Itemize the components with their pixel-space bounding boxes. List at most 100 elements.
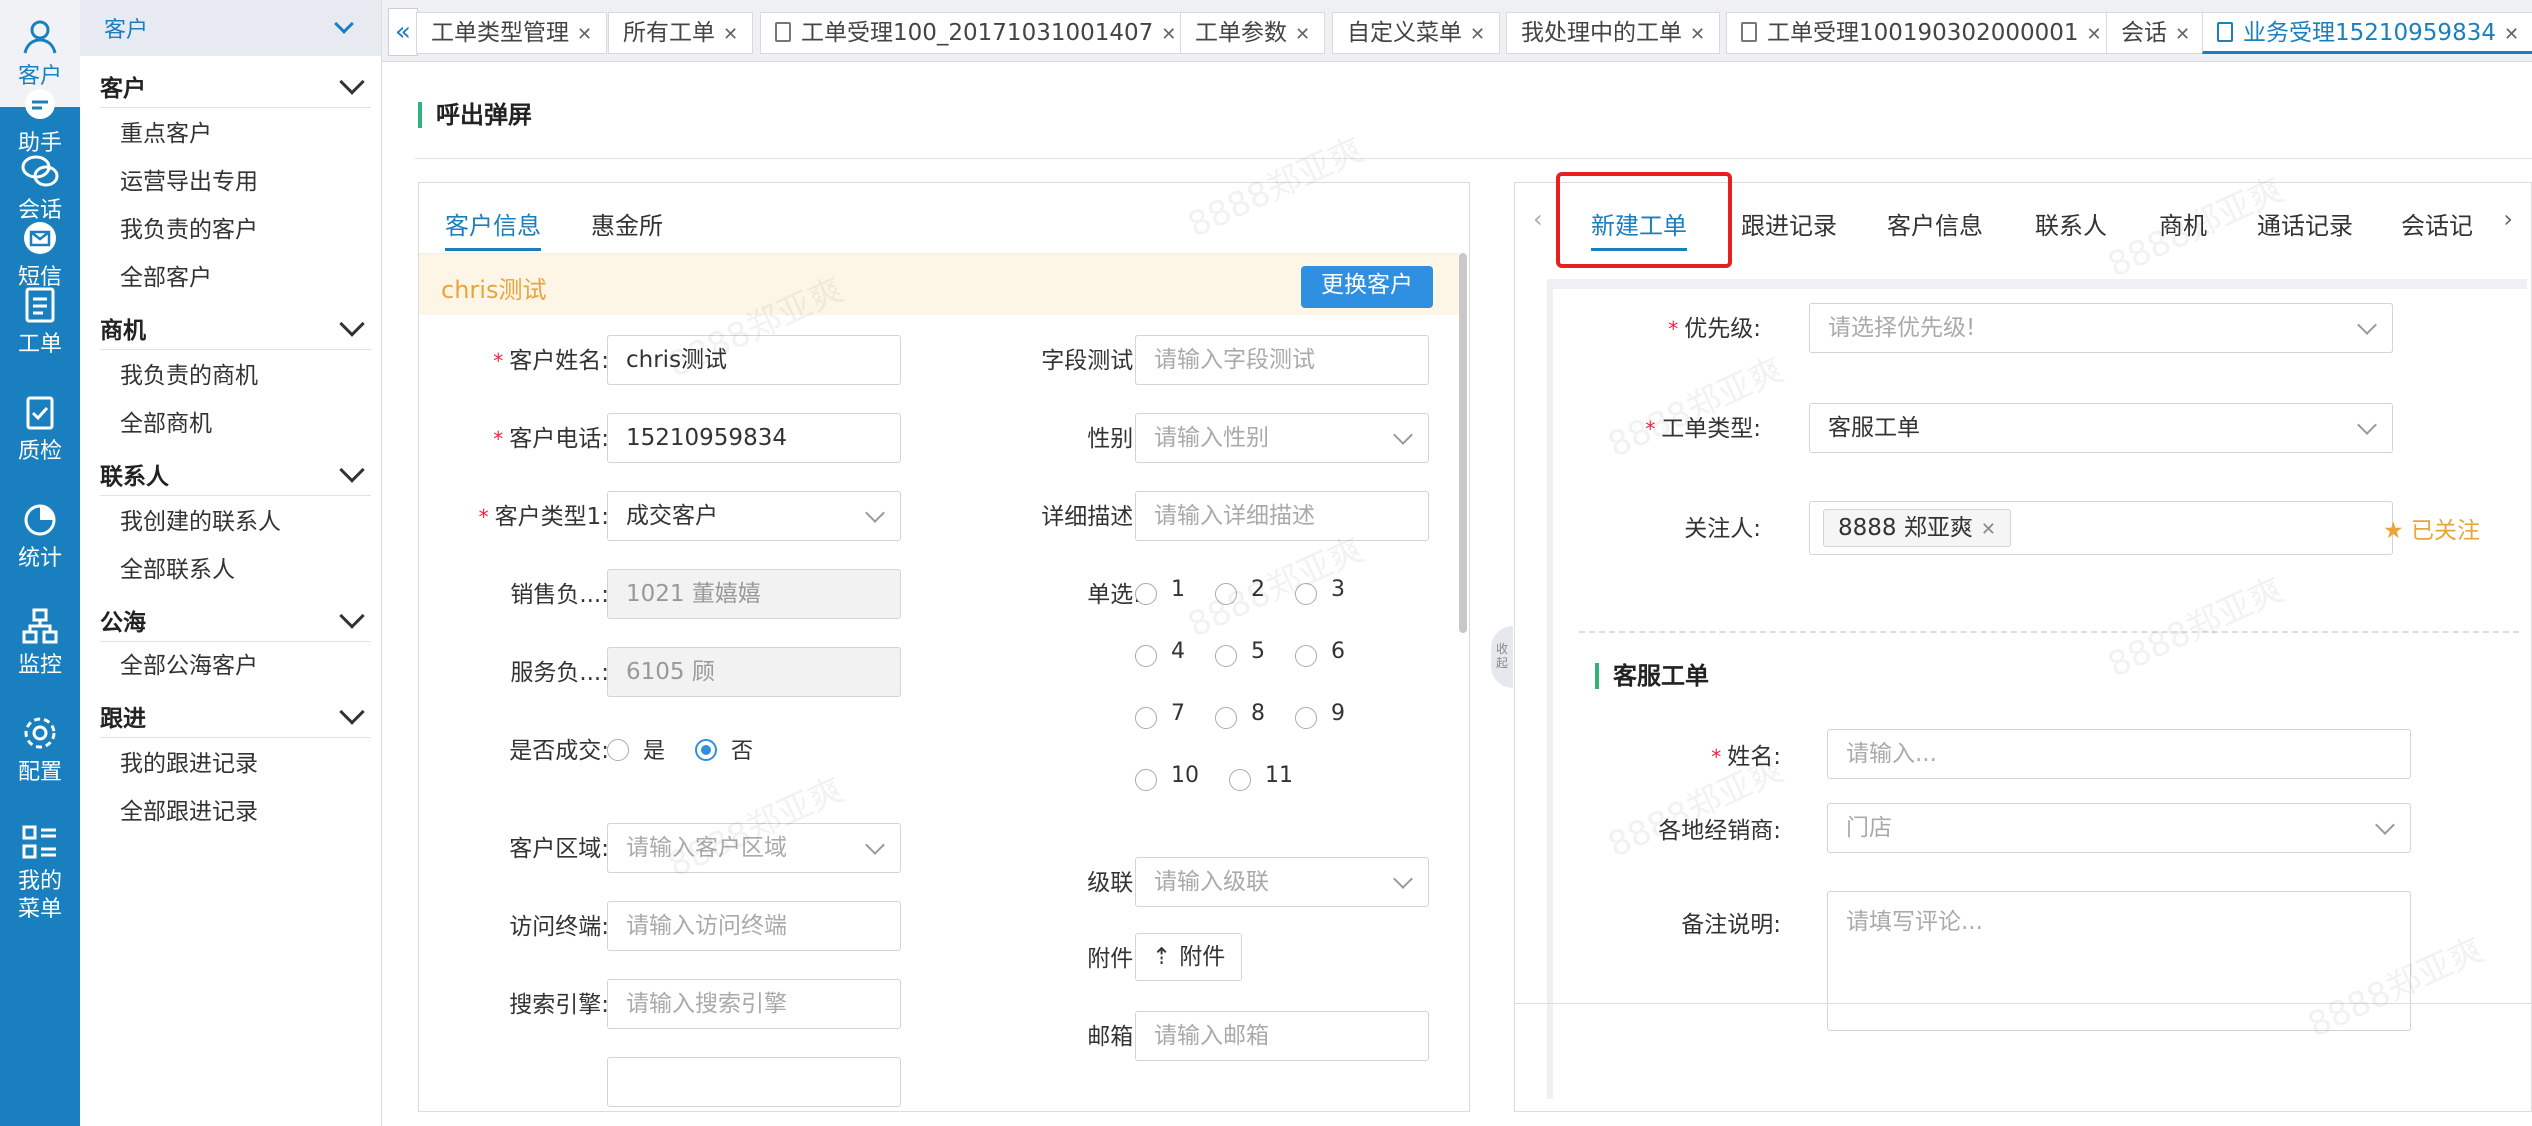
ticket-type-select[interactable]: 客服工单 [1809, 403, 2393, 453]
tab-opportunities[interactable]: 商机 [2159, 201, 2207, 251]
single-radio-2[interactable] [1215, 583, 1237, 605]
gear-icon [24, 717, 56, 748]
description-input[interactable]: 请输入详细描述 [1135, 491, 1429, 541]
single-radio-3[interactable] [1295, 583, 1317, 605]
tab-business-accept[interactable]: 业务受理15210959834 ✕ [2202, 12, 2532, 54]
cascade-select[interactable]: 请输入级联 [1135, 857, 1429, 907]
search-engine-input[interactable]: 请输入搜索引擎 [607, 979, 901, 1029]
field-test-input[interactable]: 请输入字段测试 [1135, 335, 1429, 385]
single-radio-4[interactable] [1135, 645, 1157, 667]
tab-my-processing-tickets[interactable]: 我处理中的工单 ✕ [1506, 12, 1721, 54]
sidebar-header[interactable]: 客户 [80, 0, 381, 56]
deal-closed-label: 是否成交: [509, 738, 609, 764]
sidebar-item-ops-export[interactable]: 运营导出专用 [120, 160, 258, 204]
single-radio-7[interactable] [1135, 707, 1157, 729]
close-icon[interactable]: ✕ [577, 24, 592, 45]
sidebar-group-public-pool[interactable]: 公海 [100, 598, 371, 642]
close-icon[interactable]: ✕ [2175, 24, 2190, 45]
close-icon[interactable]: ✕ [1690, 24, 1705, 45]
single-radio-10[interactable] [1135, 769, 1157, 791]
sidebar-item-key-customers[interactable]: 重点客户 [120, 112, 212, 156]
single-radio-1[interactable] [1135, 583, 1157, 605]
tab-session-records[interactable]: 会话记 [2401, 201, 2473, 251]
close-icon[interactable]: ✕ [1470, 24, 1485, 45]
sidebar-item-all-customers[interactable]: 全部客户 [120, 256, 212, 300]
tab-huijinsuo[interactable]: 惠金所 [591, 201, 663, 251]
close-icon[interactable]: ✕ [1161, 24, 1176, 45]
tab-contacts[interactable]: 联系人 [2035, 201, 2107, 251]
tab-ticket-params[interactable]: 工单参数 ✕ [1180, 12, 1326, 54]
checklist-icon [26, 396, 54, 429]
scrollbar[interactable] [1459, 253, 1467, 633]
tab-customer-info[interactable]: 客户信息 [445, 201, 541, 251]
next-field-input[interactable] [607, 1057, 901, 1107]
collapse-panel-handle[interactable]: 收起 [1491, 626, 1513, 688]
name-input[interactable]: 请输入... [1827, 729, 2411, 779]
mail-icon [24, 221, 56, 254]
rail-item-quality[interactable]: 质检 [0, 375, 80, 482]
priority-select[interactable]: 请选择优先级! [1809, 303, 2393, 353]
rail-item-monitor[interactable]: 监控 [0, 589, 80, 696]
single-radio-5[interactable] [1215, 645, 1237, 667]
tab-custom-menu[interactable]: 自定义菜单 ✕ [1332, 12, 1501, 54]
sidebar-item-my-contacts[interactable]: 我创建的联系人 [120, 500, 281, 544]
tab-session[interactable]: 会话 ✕ [2106, 12, 2206, 54]
collapse-sidebar-button[interactable]: « [388, 8, 418, 56]
region-select[interactable]: 请输入客户区域 [607, 823, 901, 873]
close-icon[interactable]: ✕ [2087, 24, 2102, 45]
sidebar-item-all-followups[interactable]: 全部跟进记录 [120, 790, 258, 834]
sidebar-item-my-customers[interactable]: 我负责的客户 [120, 208, 258, 252]
single-radio-6[interactable] [1295, 645, 1317, 667]
rail-label: 监控 [17, 652, 62, 678]
tab-right-customer-info[interactable]: 客户信息 [1887, 201, 1983, 251]
tab-ticket-type-mgmt[interactable]: 工单类型管理 ✕ [416, 12, 608, 54]
customer-banner: chris测试 更换客户 [419, 253, 1459, 315]
sidebar-group-contacts[interactable]: 联系人 [100, 452, 371, 496]
rail-label: 配置 [17, 759, 62, 785]
single-radio-8[interactable] [1215, 707, 1237, 729]
chevron-down-icon [2357, 315, 2377, 335]
remark-textarea[interactable]: 请填写评论... [1827, 891, 2411, 1031]
sidebar-group-opportunity[interactable]: 商机 [100, 306, 371, 350]
customer-phone-input[interactable]: 15210959834 [607, 413, 901, 463]
chevron-down-icon [334, 14, 354, 34]
tab-label: 工单受理100190302000001 [1767, 20, 2079, 46]
chevron-left-icon[interactable]: ‹ [1533, 205, 1543, 233]
email-input[interactable]: 请输入邮箱 [1135, 1011, 1429, 1061]
single-radio-11[interactable] [1229, 769, 1251, 791]
sidebar-item-my-opportunities[interactable]: 我负责的商机 [120, 354, 258, 398]
tab-ticket-accept-1[interactable]: 工单受理100_20171031001407 ✕ [760, 12, 1192, 54]
change-customer-button[interactable]: 更换客户 [1301, 266, 1433, 308]
chevron-right-icon[interactable]: › [2503, 205, 2513, 233]
deal-yes-radio[interactable] [607, 739, 629, 761]
chevron-down-icon [339, 310, 365, 337]
customer-name-input[interactable]: chris测试 [607, 335, 901, 385]
rail-item-config[interactable]: 配置 [0, 696, 80, 803]
sidebar-item-my-followups[interactable]: 我的跟进记录 [120, 742, 258, 786]
sidebar-group-customer[interactable]: 客户 [100, 64, 371, 108]
close-icon[interactable]: ✕ [1981, 519, 1996, 540]
sidebar-item-all-contacts[interactable]: 全部联系人 [120, 548, 235, 592]
deal-no-radio[interactable] [695, 739, 717, 761]
dealer-select[interactable]: 门店 [1827, 803, 2411, 853]
tab-all-tickets[interactable]: 所有工单 ✕ [608, 12, 754, 54]
rail-item-ticket[interactable]: 工单 [0, 268, 80, 375]
sidebar-item-all-opportunities[interactable]: 全部商机 [120, 402, 212, 446]
tab-ticket-accept-2[interactable]: 工单受理100190302000001 ✕ [1726, 12, 2117, 54]
tab-followup-records[interactable]: 跟进记录 [1741, 201, 1837, 251]
rail-item-my-menu[interactable]: 我的菜单 [0, 803, 80, 943]
single-radio-9[interactable] [1295, 707, 1317, 729]
sidebar-item-all-pool-customers[interactable]: 全部公海客户 [120, 644, 258, 688]
gender-select[interactable]: 请输入性别 [1135, 413, 1429, 463]
sidebar-group-followup[interactable]: 跟进 [100, 694, 371, 738]
rail-label: 工单 [17, 331, 62, 357]
attachment-button[interactable]: ⇡ 附件 [1135, 933, 1243, 981]
tab-call-records[interactable]: 通话记录 [2257, 201, 2353, 251]
close-icon[interactable]: ✕ [723, 24, 738, 45]
rail-item-stats[interactable]: 统计 [0, 482, 80, 589]
close-icon[interactable]: ✕ [2504, 24, 2519, 45]
customer-type-select[interactable]: 成交客户 [607, 491, 901, 541]
terminal-input[interactable]: 请输入访问终端 [607, 901, 901, 951]
close-icon[interactable]: ✕ [1295, 24, 1310, 45]
followed-status[interactable]: ★ 已关注 [2383, 511, 2480, 545]
